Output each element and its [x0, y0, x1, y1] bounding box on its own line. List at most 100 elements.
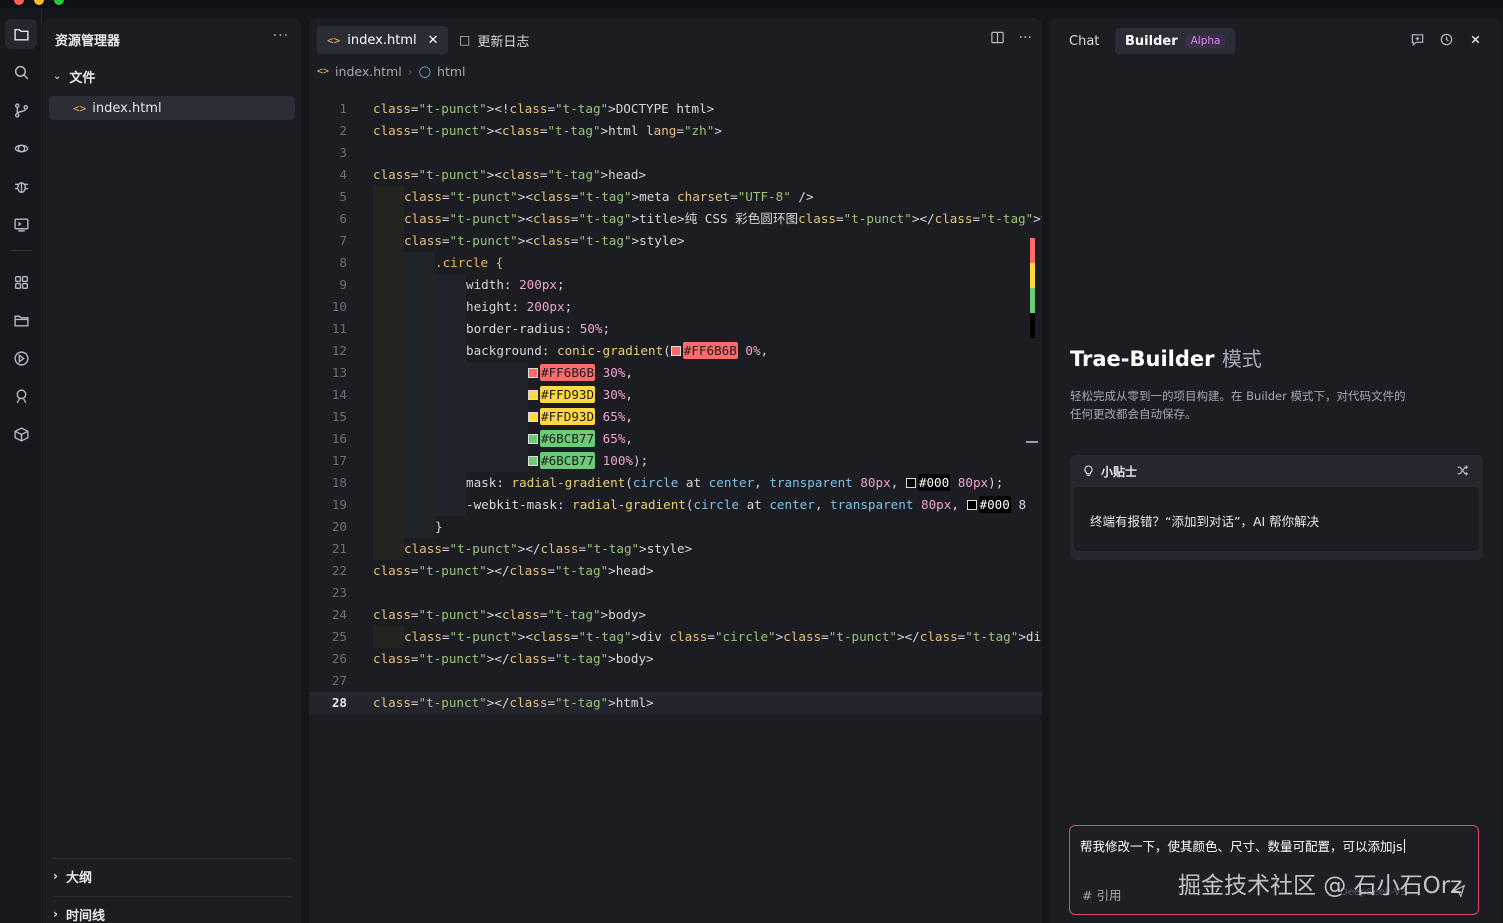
line-number: 3	[339, 145, 347, 160]
maximize-window-dot[interactable]	[54, 0, 64, 5]
indent-guide	[497, 384, 528, 406]
split-editor-icon[interactable]	[990, 30, 1005, 49]
line-number: 22	[331, 563, 347, 578]
code-line[interactable]: 23	[309, 582, 1042, 604]
indent-guide	[497, 362, 528, 384]
code-line[interactable]: 9 width: 200px;	[309, 274, 1042, 296]
file-item-index[interactable]: <> index.html	[49, 96, 295, 120]
indent-guide	[404, 318, 435, 340]
code-line[interactable]: 18 mask: radial-gradient(circle at center…	[309, 472, 1042, 494]
ai-panel: Chat Builder Alpha Trae-Builder 模式 轻松完成从…	[1049, 18, 1501, 923]
tab-changelog[interactable]: □ 更新日志	[449, 26, 539, 54]
code-text: class="t-punct"><class="t-tag">html lang…	[373, 123, 722, 138]
code-line[interactable]: 14 #FFD93D 30%,	[309, 384, 1042, 406]
builder-label: Builder	[1125, 33, 1178, 49]
code-area[interactable]: 1 class="t-punct"><!class="t-tag">DOCTYPE…	[309, 98, 1042, 714]
breadcrumb-element[interactable]: html	[437, 64, 465, 79]
plugin-icon[interactable]	[5, 381, 37, 411]
code-line[interactable]: 8 .circle {	[309, 252, 1042, 274]
reference-button[interactable]: # 引用	[1082, 885, 1121, 904]
indent-guide	[497, 406, 528, 428]
box-icon[interactable]	[5, 419, 37, 449]
indent-guide	[373, 186, 404, 208]
search-icon[interactable]	[5, 57, 37, 87]
folder-section[interactable]: ⌄ 文件	[53, 65, 95, 87]
more-icon[interactable]: ···	[273, 28, 289, 44]
code-line[interactable]: 1 class="t-punct"><!class="t-tag">DOCTYPE…	[309, 98, 1042, 120]
code-text: class="t-punct"><class="t-tag">title>纯 C…	[404, 211, 1042, 226]
line-number: 8	[339, 255, 347, 270]
indent-guide	[373, 516, 404, 538]
deploy-icon[interactable]	[5, 343, 37, 373]
indent-guide	[466, 384, 497, 406]
indent-guide	[435, 318, 466, 340]
code-line[interactable]: 17 #6BCB77 100%);	[309, 450, 1042, 472]
indent-guide	[435, 428, 466, 450]
code-line[interactable]: 13 #FF6B6B 30%,	[309, 362, 1042, 384]
close-icon[interactable]: ✕	[428, 33, 439, 48]
breadcrumb-file[interactable]: index.html	[335, 64, 402, 79]
history-icon[interactable]	[1439, 32, 1454, 51]
code-line[interactable]: 4 class="t-punct"><class="t-tag">head>	[309, 164, 1042, 186]
code-line[interactable]: 28 class="t-punct"></class="t-tag">html>	[309, 692, 1042, 714]
code-line[interactable]: 2 class="t-punct"><class="t-tag">html lan…	[309, 120, 1042, 142]
indent-guide	[373, 406, 404, 428]
builder-description: 轻松完成从零到一的项目构建。在 Builder 模式下，对代码文件的任何更改都会…	[1070, 389, 1406, 421]
file-label: index.html	[92, 100, 162, 116]
line-number: 6	[339, 211, 347, 226]
outline-section[interactable]: › 大纲	[53, 865, 92, 887]
more-icon[interactable]: ···	[1019, 30, 1032, 49]
shuffle-icon[interactable]	[1456, 464, 1469, 481]
code-line[interactable]: 12 background: conic-gradient(#FF6B6B 0%,	[309, 340, 1042, 362]
scrollbar-markers	[1030, 238, 1035, 338]
code-line[interactable]: 25 class="t-punct"><class="t-tag">div cla…	[309, 626, 1042, 648]
tip-text: 终端有报错？“添加到对话”，AI 帮你解决	[1074, 487, 1479, 551]
builder-mode-label: 模式	[1221, 347, 1262, 371]
code-text: class="t-punct"></class="t-tag">body>	[373, 651, 654, 666]
indent-guide	[466, 450, 497, 472]
code-line[interactable]: 22 class="t-punct"></class="t-tag">head>	[309, 560, 1042, 582]
marker-yellow	[1030, 263, 1035, 288]
code-line[interactable]: 21 class="t-punct"></class="t-tag">style>	[309, 538, 1042, 560]
tab-chat[interactable]: Chat	[1059, 28, 1109, 54]
close-window-dot[interactable]	[14, 0, 24, 5]
line-number: 13	[331, 365, 347, 380]
tab-builder[interactable]: Builder Alpha	[1115, 28, 1236, 54]
html-file-icon: <>	[317, 66, 330, 77]
code-line[interactable]: 7 class="t-punct"><class="t-tag">style>	[309, 230, 1042, 252]
line-number: 10	[331, 299, 347, 314]
code-line[interactable]: 26 class="t-punct"></class="t-tag">body>	[309, 648, 1042, 670]
code-line[interactable]: 10 height: 200px;	[309, 296, 1042, 318]
code-line[interactable]: 3	[309, 142, 1042, 164]
code-line[interactable]: 15 #FFD93D 65%,	[309, 406, 1042, 428]
terminal-icon[interactable]	[5, 209, 37, 239]
remote-icon[interactable]	[5, 133, 37, 163]
code-line[interactable]: 27	[309, 670, 1042, 692]
source-control-icon[interactable]	[5, 95, 37, 125]
code-line[interactable]: 24 class="t-punct"><class="t-tag">body>	[309, 604, 1042, 626]
minimize-window-dot[interactable]	[34, 0, 44, 5]
code-line[interactable]: 6 class="t-punct"><class="t-tag">title>纯 …	[309, 208, 1042, 230]
builder-title: Trae-Builder	[1070, 347, 1215, 371]
explorer-icon[interactable]	[5, 19, 37, 49]
code-line[interactable]: 11 border-radius: 50%;	[309, 318, 1042, 340]
code-line[interactable]: 5 class="t-punct"><class="t-tag">meta cha…	[309, 186, 1042, 208]
close-icon[interactable]	[1468, 32, 1483, 51]
divider	[53, 858, 293, 859]
timeline-section[interactable]: › 时间线	[53, 903, 105, 923]
folder-icon[interactable]	[5, 305, 37, 335]
tips-header: 小贴士	[1082, 463, 1137, 480]
chat-input-text[interactable]: 帮我修改一下，使其颜色、尺寸、数量可配置，可以添加js	[1080, 836, 1405, 855]
indent-guide	[466, 406, 497, 428]
code-line[interactable]: 16 #6BCB77 65%,	[309, 428, 1042, 450]
code-line[interactable]: 20}	[309, 516, 1042, 538]
line-number: 5	[339, 189, 347, 204]
new-chat-icon[interactable]	[1410, 32, 1425, 51]
debug-icon[interactable]	[5, 171, 37, 201]
indent-guide	[466, 362, 497, 384]
folder-label: 文件	[69, 70, 96, 86]
tab-index-html[interactable]: <> index.html ✕	[317, 26, 449, 54]
indent-guide	[435, 406, 466, 428]
code-line[interactable]: 19 -webkit-mask: radial-gradient(circle a…	[309, 494, 1042, 516]
extensions-icon[interactable]	[5, 267, 37, 297]
